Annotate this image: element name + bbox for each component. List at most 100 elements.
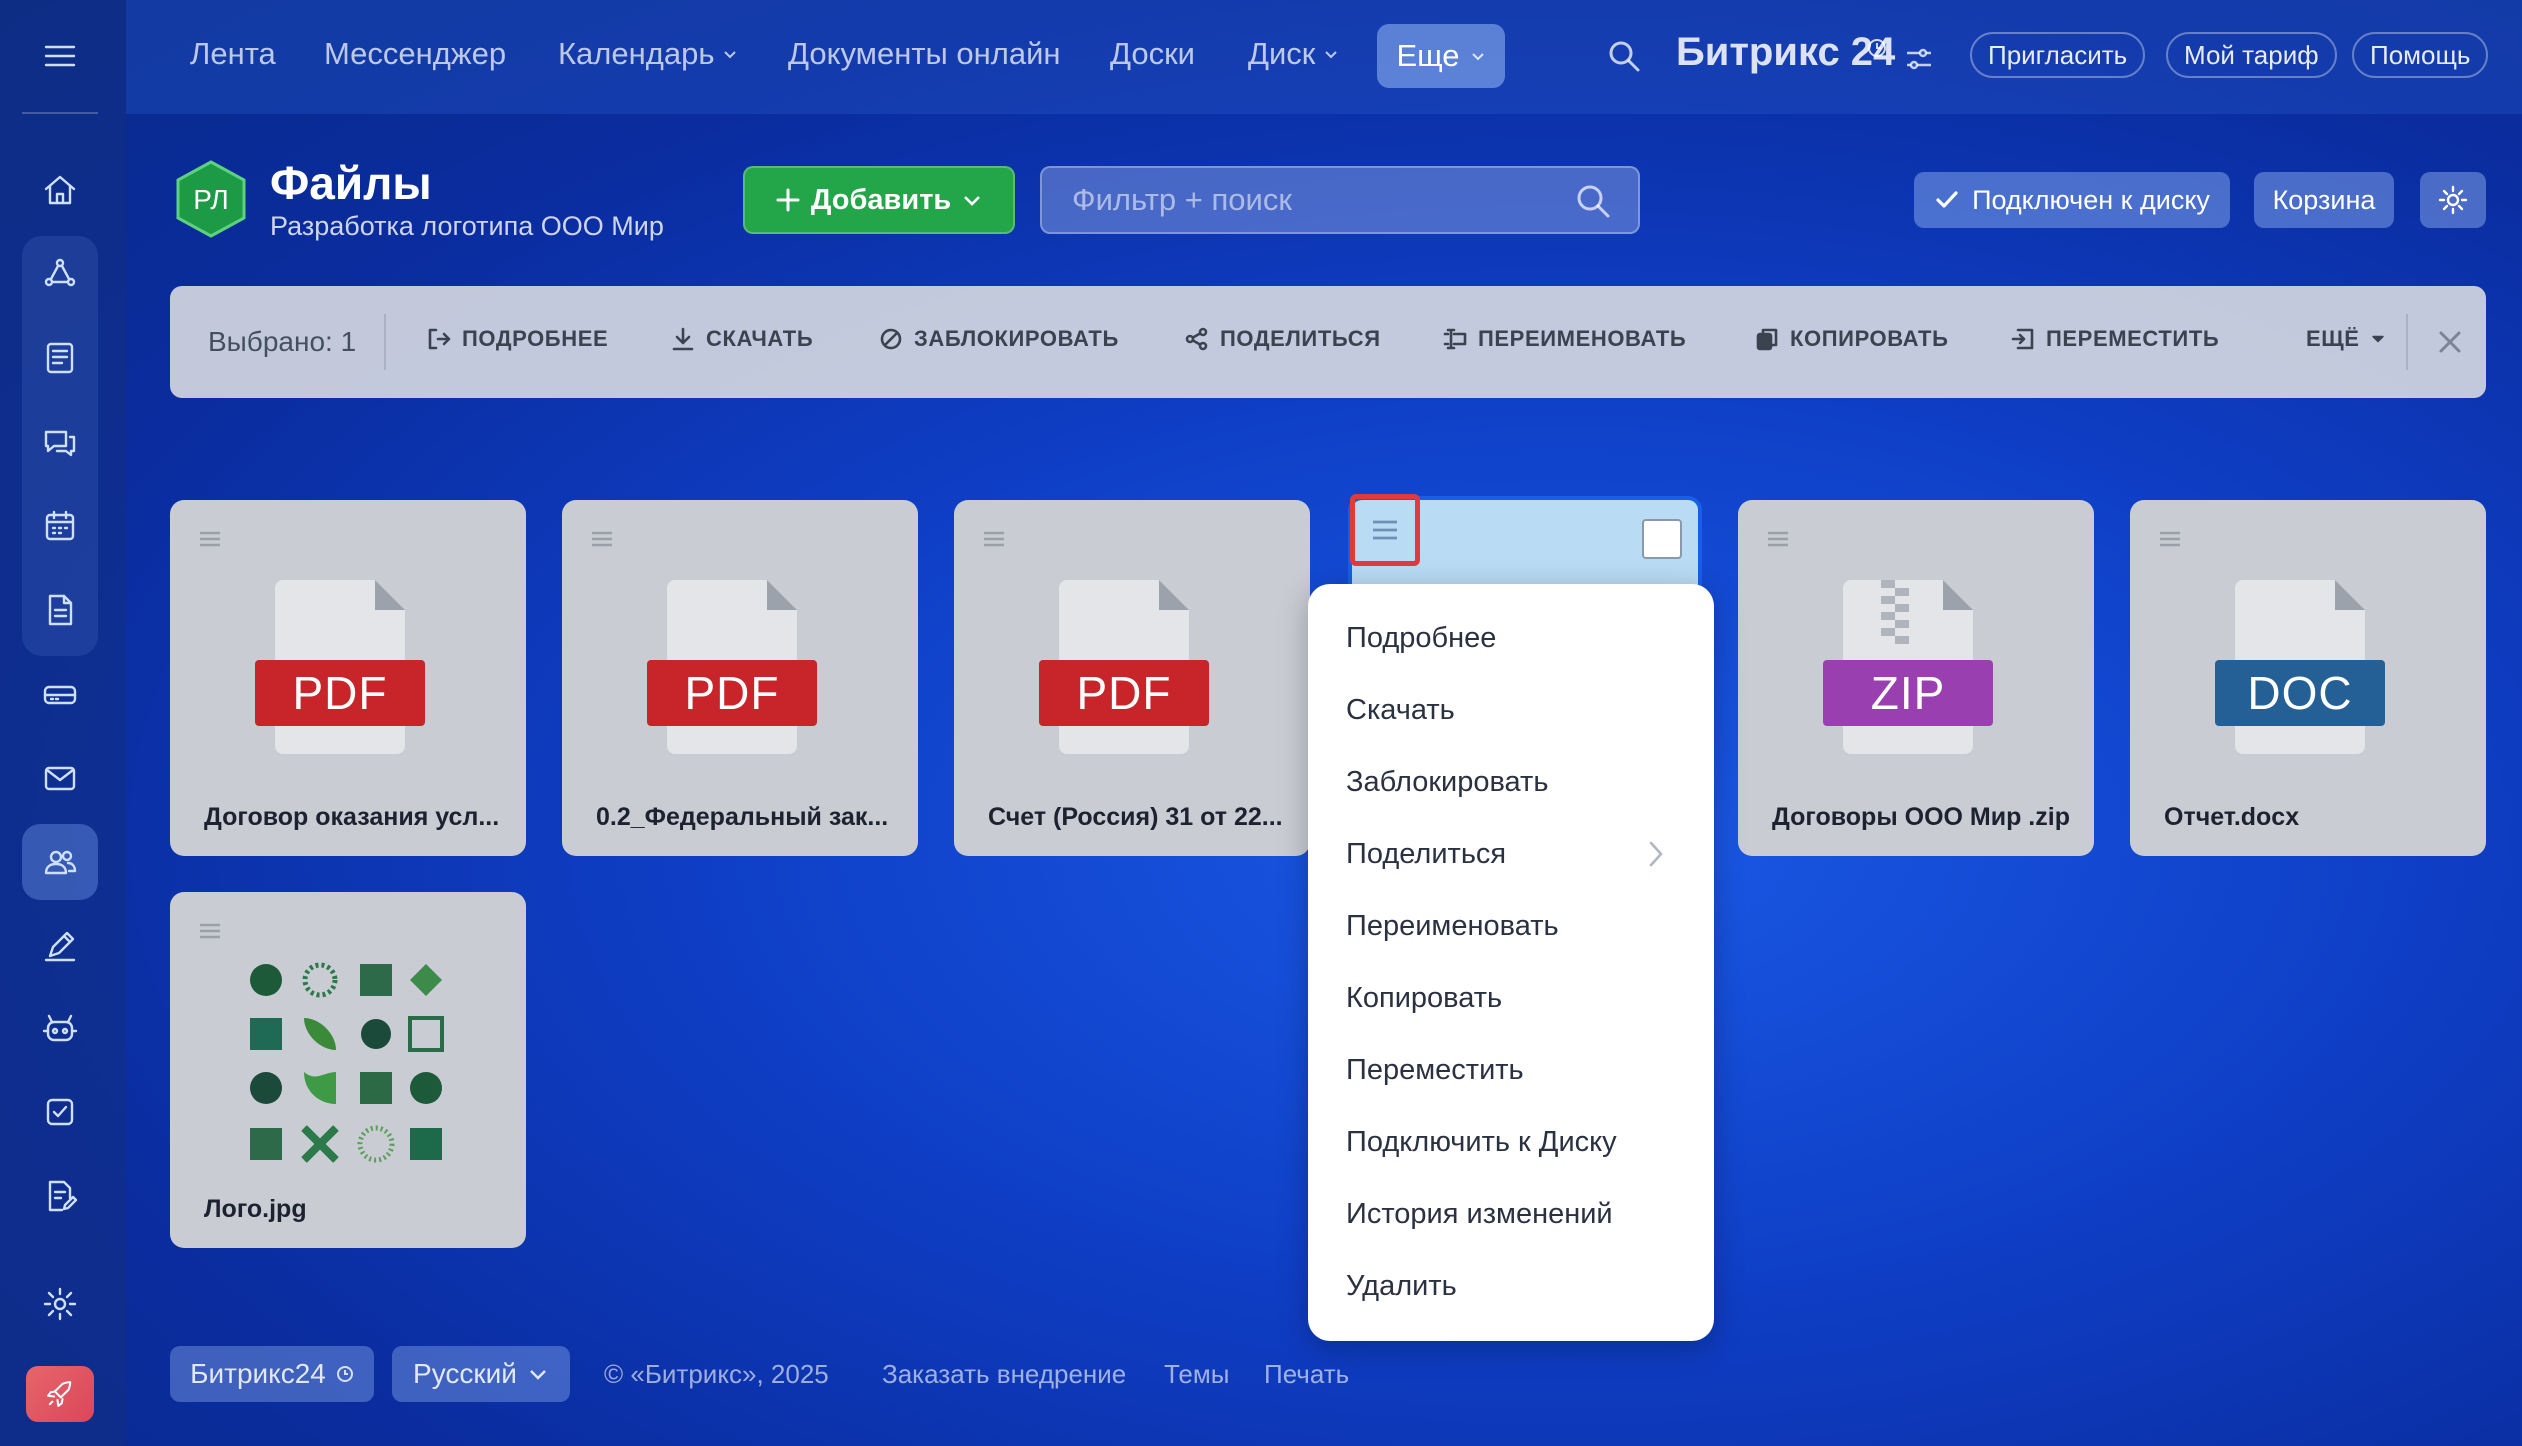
rename-action[interactable]: ПЕРЕИМЕНОВАТЬ bbox=[1442, 326, 1686, 352]
footer-brand-label: Битрикс24 bbox=[190, 1358, 326, 1389]
crm-icon[interactable] bbox=[22, 236, 98, 312]
file-tile[interactable]: ZIP Договоры ООО Мир .zip bbox=[1738, 500, 2094, 856]
nav-item-boards[interactable]: Доски bbox=[1110, 36, 1195, 72]
menu-item-connect-disk[interactable]: Подключить к Диску bbox=[1346, 1126, 1617, 1159]
search-icon[interactable] bbox=[1574, 182, 1612, 220]
file-tile[interactable]: PDF Счет (Россия) 31 от 22... bbox=[954, 500, 1310, 856]
file-menu-button[interactable] bbox=[1350, 494, 1420, 566]
sidebar-divider bbox=[22, 112, 98, 114]
nav-item-messenger[interactable]: Мессенджер bbox=[324, 36, 506, 72]
menu-item-copy[interactable]: Копировать bbox=[1346, 982, 1502, 1015]
chat-icon[interactable] bbox=[22, 404, 98, 480]
copy-action[interactable]: КОПИРОВАТЬ bbox=[1754, 326, 1949, 352]
menu-lines-icon[interactable] bbox=[1766, 530, 1790, 548]
file-tile[interactable]: Лого.jpg bbox=[170, 892, 526, 1248]
avatar[interactable]: РЛ bbox=[172, 160, 250, 238]
forms-icon[interactable] bbox=[22, 1158, 98, 1234]
nav-item-calendar[interactable]: Календарь bbox=[558, 36, 738, 72]
hamburger-icon[interactable] bbox=[22, 18, 98, 94]
download-action[interactable]: СКАЧАТЬ bbox=[670, 326, 813, 352]
menu-lines-icon[interactable] bbox=[982, 530, 1006, 548]
file-name: Договоры ООО Мир .zip bbox=[1772, 803, 2070, 831]
nav-label: Диск bbox=[1248, 36, 1316, 71]
nav-label: Мессенджер bbox=[324, 36, 507, 71]
menu-item-delete[interactable]: Удалить bbox=[1346, 1270, 1457, 1303]
search-input[interactable] bbox=[1072, 168, 1572, 232]
plus-icon bbox=[776, 188, 800, 212]
details-action[interactable]: ПОДРОБНЕЕ bbox=[426, 326, 608, 352]
filter-settings-icon[interactable] bbox=[1904, 44, 1934, 74]
document-icon[interactable] bbox=[22, 572, 98, 648]
menu-item-move[interactable]: Переместить bbox=[1346, 1054, 1524, 1087]
more-actions-button[interactable]: ЕЩЁ bbox=[2306, 326, 2386, 352]
nav-item-feed[interactable]: Лента bbox=[190, 36, 276, 72]
move-action[interactable]: ПЕРЕМЕСТИТЬ bbox=[2010, 326, 2219, 352]
menu-lines-icon[interactable] bbox=[198, 922, 222, 940]
open-details-icon bbox=[428, 328, 451, 350]
clock-icon bbox=[1868, 39, 1886, 57]
language-label: Русский bbox=[413, 1358, 517, 1389]
chevron-down-icon bbox=[530, 1370, 546, 1380]
home-icon[interactable] bbox=[22, 152, 98, 228]
add-button[interactable]: Добавить bbox=[743, 166, 1015, 234]
menu-lines-icon[interactable] bbox=[590, 530, 614, 548]
selected-count: Выбрано: 1 bbox=[208, 326, 357, 357]
rename-icon bbox=[1443, 328, 1467, 350]
drive-icon[interactable] bbox=[22, 656, 98, 732]
feed-icon[interactable] bbox=[22, 320, 98, 396]
invite-button[interactable]: Пригласить bbox=[1970, 32, 2146, 78]
file-type-badge: PDF bbox=[647, 660, 817, 726]
close-icon[interactable] bbox=[2432, 324, 2468, 360]
menu-item-details[interactable]: Подробнее bbox=[1346, 622, 1496, 655]
nav-more-button[interactable]: Еще bbox=[1377, 24, 1505, 88]
footer-copyright: © «Битрикс», 2025 bbox=[604, 1359, 829, 1389]
menu-lines-icon bbox=[1373, 520, 1397, 540]
menu-item-download[interactable]: Скачать bbox=[1346, 694, 1455, 727]
download-icon bbox=[672, 327, 694, 351]
mail-icon[interactable] bbox=[22, 740, 98, 816]
menu-lines-icon[interactable] bbox=[2158, 530, 2182, 548]
file-tile[interactable]: PDF Договор оказания усл... bbox=[170, 500, 526, 856]
employees-icon[interactable] bbox=[22, 824, 98, 900]
file-select-checkbox[interactable] bbox=[1642, 519, 1682, 559]
footer-print-link[interactable]: Печать bbox=[1264, 1359, 1349, 1390]
trash-button[interactable]: Корзина bbox=[2254, 172, 2394, 228]
nav-item-online-docs[interactable]: Документы онлайн bbox=[788, 36, 1061, 72]
menu-lines-icon[interactable] bbox=[198, 530, 222, 548]
gear-icon bbox=[2438, 185, 2468, 215]
chevron-right-icon bbox=[1649, 841, 1663, 867]
selection-toolbar: Выбрано: 1 ПОДРОБНЕЕ СКАЧАТЬ ЗАБЛОКИРОВА… bbox=[170, 286, 2486, 398]
add-button-label: Добавить bbox=[810, 183, 952, 216]
trash-label: Корзина bbox=[2272, 184, 2376, 215]
menu-item-share[interactable]: Поделиться bbox=[1346, 838, 1506, 871]
help-button[interactable]: Помощь bbox=[2352, 32, 2489, 78]
menu-item-lock[interactable]: Заблокировать bbox=[1346, 766, 1548, 799]
calendar-icon[interactable] bbox=[22, 488, 98, 564]
action-label: ЗАБЛОКИРОВАТЬ bbox=[914, 326, 1119, 351]
robot-icon[interactable] bbox=[22, 990, 98, 1066]
rocket-icon[interactable] bbox=[26, 1366, 94, 1422]
search-icon[interactable] bbox=[1606, 38, 1642, 74]
lock-action[interactable]: ЗАБЛОКИРОВАТЬ bbox=[878, 326, 1119, 352]
file-tile[interactable]: PDF 0.2_Федеральный зак... bbox=[562, 500, 918, 856]
footer-themes-link[interactable]: Темы bbox=[1164, 1359, 1229, 1390]
tasks-icon[interactable] bbox=[22, 1074, 98, 1150]
help-label: Помощь bbox=[2370, 39, 2471, 70]
share-action[interactable]: ПОДЕЛИТЬСЯ bbox=[1184, 326, 1381, 352]
brand-logo[interactable]: Битрикс 24 bbox=[1676, 30, 1895, 75]
nav-label: Лента bbox=[190, 36, 276, 71]
menu-item-rename[interactable]: Переименовать bbox=[1346, 910, 1559, 943]
connected-to-disk-button[interactable]: Подключен к диску bbox=[1914, 172, 2230, 228]
language-selector[interactable]: Русский bbox=[392, 1346, 570, 1402]
nav-item-disk[interactable]: Диск bbox=[1248, 36, 1339, 72]
sign-icon[interactable] bbox=[22, 908, 98, 984]
tariff-button[interactable]: Мой тариф bbox=[2166, 32, 2337, 78]
file-tile[interactable]: DOC Отчет.docx bbox=[2130, 500, 2486, 856]
footer-brand-button[interactable]: Битрикс24 bbox=[170, 1346, 374, 1402]
footer-order-link[interactable]: Заказать внедрение bbox=[882, 1359, 1126, 1390]
settings-icon[interactable] bbox=[22, 1266, 98, 1342]
menu-item-history[interactable]: История изменений bbox=[1346, 1198, 1613, 1231]
brand-label: Битрикс 24 bbox=[1676, 30, 1896, 74]
file-name: Договор оказания усл... bbox=[204, 803, 500, 831]
settings-button[interactable] bbox=[2420, 172, 2486, 228]
